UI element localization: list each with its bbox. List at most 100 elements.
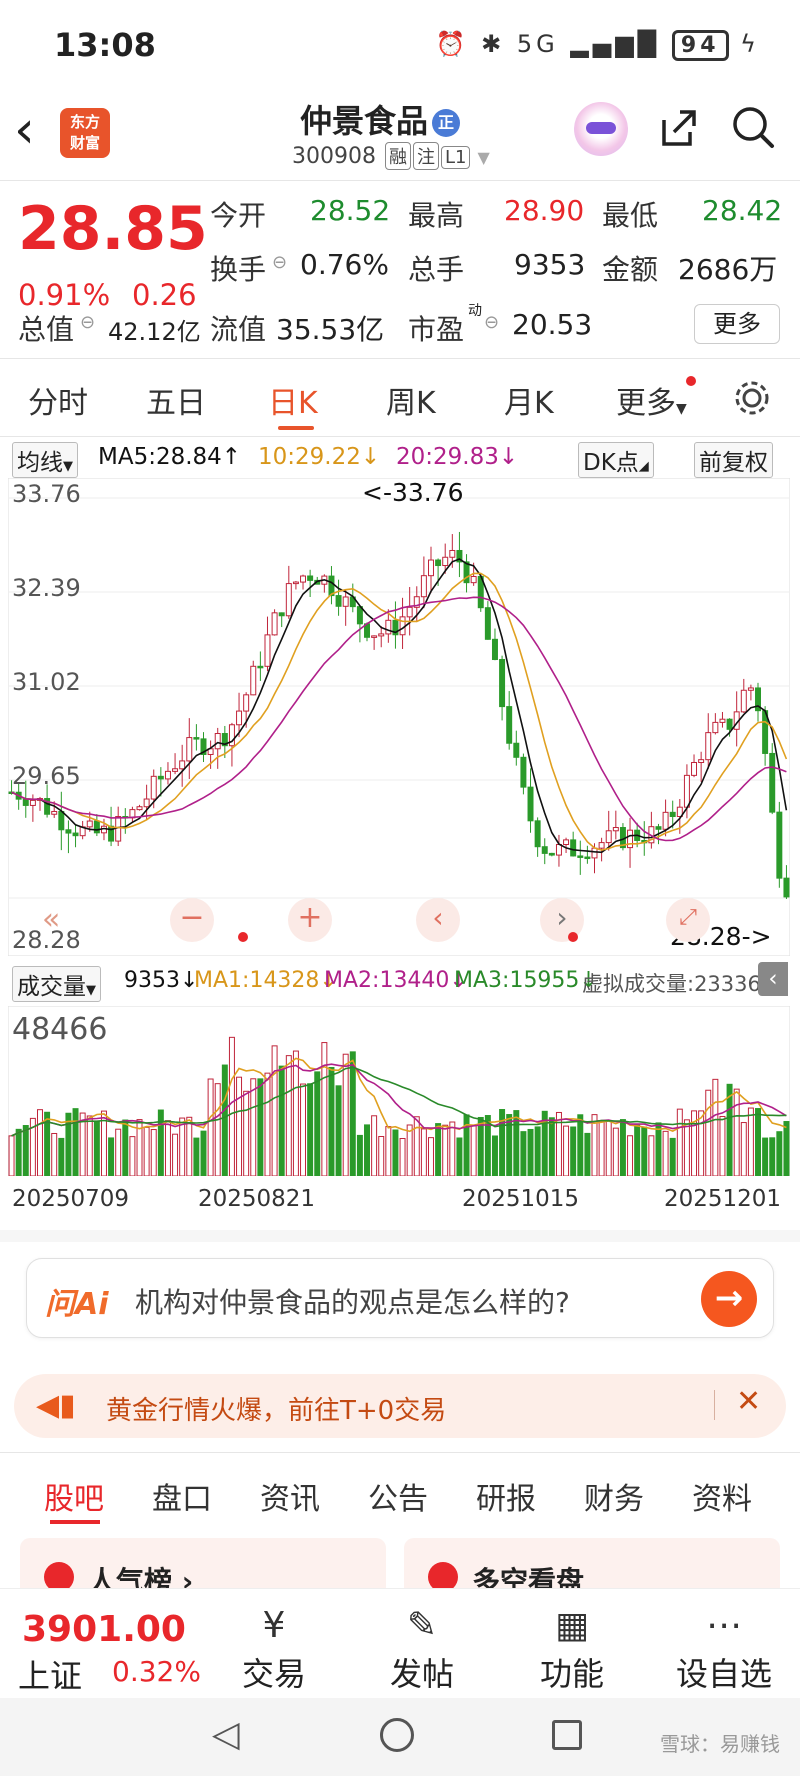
info-icon[interactable]: ⊖ bbox=[272, 252, 287, 273]
tab-weekly-k[interactable]: 周K bbox=[386, 378, 436, 422]
candle-body bbox=[214, 733, 221, 750]
tab-daily-k[interactable]: 日K bbox=[268, 378, 318, 422]
mcap-label: 总值 bbox=[18, 313, 75, 346]
candle-body bbox=[726, 718, 733, 730]
alarm-icon: ⏰ bbox=[435, 30, 470, 58]
virtual-volume: 虚拟成交量:23336 bbox=[582, 972, 761, 996]
volume-bar bbox=[221, 1064, 228, 1177]
volume-bar bbox=[108, 1137, 115, 1177]
info-icon[interactable]: ⊖ bbox=[484, 312, 499, 333]
tab-more[interactable]: 更多▼ bbox=[616, 378, 687, 422]
tab-research[interactable]: 研报 bbox=[476, 1474, 536, 1518]
current-price: 28.85 bbox=[18, 194, 208, 264]
volume-bar bbox=[762, 1137, 769, 1177]
index-value[interactable]: 3901.00 bbox=[22, 1609, 186, 1650]
candle-body bbox=[769, 752, 776, 813]
arrow-right-icon[interactable]: → bbox=[701, 1271, 757, 1327]
volume-max-label: 48466 bbox=[12, 1012, 108, 1047]
scroll-left-icon[interactable]: « bbox=[42, 902, 60, 937]
volume-bar bbox=[65, 1112, 72, 1177]
volume-chart[interactable]: 48466 bbox=[7, 1005, 791, 1177]
promo-text[interactable]: 黄金行情火爆，前往T+0交易 bbox=[106, 1390, 446, 1427]
popularity-card[interactable]: 人气榜 › bbox=[88, 1560, 193, 1588]
battery-icon: 94 bbox=[671, 30, 729, 61]
tab-handicap[interactable]: 盘口 bbox=[152, 1474, 212, 1518]
candle-body bbox=[356, 606, 363, 625]
adjust-select[interactable]: 前复权 bbox=[694, 442, 773, 478]
back-triangle-icon[interactable]: ◁ bbox=[212, 1714, 240, 1755]
index-name[interactable]: 上证 bbox=[18, 1651, 82, 1697]
volume-bar bbox=[413, 1116, 420, 1177]
settings-gear-icon[interactable] bbox=[732, 378, 772, 418]
volume-bar bbox=[783, 1121, 790, 1177]
tab-forum[interactable]: 股吧 bbox=[44, 1474, 104, 1518]
candle-body bbox=[378, 633, 385, 637]
collapse-icon[interactable]: ‹ bbox=[758, 962, 788, 996]
candle-body bbox=[513, 742, 520, 758]
back-icon[interactable]: ‹ bbox=[14, 104, 35, 156]
fullscreen-icon[interactable]: ⤢ bbox=[666, 898, 710, 942]
prev-icon[interactable]: ‹ bbox=[416, 898, 460, 942]
stock-code-row[interactable]: 300908 融注 L1 ▼ bbox=[292, 142, 490, 170]
volume-bar bbox=[442, 1124, 449, 1177]
status-time: 13:08 bbox=[54, 26, 156, 64]
edit-icon: ✎ bbox=[406, 1605, 438, 1646]
ai-question-box[interactable]: 问Ai 机构对仲景食品的观点是怎么样的? → bbox=[26, 1258, 774, 1338]
dk-select[interactable]: DK点◢ bbox=[578, 442, 654, 478]
candle-body bbox=[179, 760, 186, 770]
candle-body bbox=[399, 616, 406, 636]
volume-bar bbox=[236, 1076, 243, 1177]
high-label: 最高 bbox=[408, 199, 465, 232]
volume-bar bbox=[129, 1136, 136, 1177]
vol-ma1: MA1:14328↓ bbox=[194, 968, 338, 993]
ai-question[interactable]: 机构对仲景食品的观点是怎么样的? bbox=[135, 1281, 570, 1321]
search-icon[interactable] bbox=[730, 104, 776, 150]
assistant-robot-icon[interactable] bbox=[574, 102, 628, 156]
tab-intraday[interactable]: 分时 bbox=[28, 378, 88, 422]
volume-bar bbox=[740, 1122, 747, 1177]
amount-value: 2686万 bbox=[678, 253, 778, 286]
home-icon[interactable] bbox=[380, 1718, 414, 1752]
change-pct: 0.91% bbox=[18, 278, 111, 312]
nav-functions[interactable]: ▦ 功能 bbox=[512, 1603, 632, 1695]
notification-dot bbox=[686, 376, 696, 386]
tag-margin: 融 bbox=[384, 142, 411, 170]
volume-bar bbox=[22, 1125, 29, 1177]
info-icon[interactable]: ⊖ bbox=[80, 312, 95, 333]
candle-body bbox=[58, 810, 65, 831]
volume-bar bbox=[328, 1066, 335, 1177]
volume-bar bbox=[86, 1115, 93, 1177]
nav-trade[interactable]: ¥ 交易 bbox=[214, 1603, 334, 1695]
volume-bar bbox=[548, 1117, 555, 1177]
more-button[interactable]: 更多 bbox=[694, 304, 780, 344]
nav-post[interactable]: ✎ 发帖 bbox=[362, 1603, 482, 1695]
volume-bar bbox=[186, 1116, 193, 1177]
charging-icon: ϟ bbox=[740, 30, 760, 58]
long-short-card[interactable]: 多空看盘 bbox=[472, 1560, 584, 1588]
candle-body bbox=[698, 759, 705, 764]
kline-chart[interactable]: 33.76 32.39 31.02 29.65 28.28 <-33.76 28… bbox=[7, 477, 791, 957]
candle-body bbox=[555, 844, 562, 856]
volume-bar bbox=[669, 1137, 676, 1177]
tab-announcements[interactable]: 公告 bbox=[368, 1474, 428, 1518]
share-icon[interactable] bbox=[656, 106, 700, 150]
volume-bar bbox=[520, 1131, 527, 1177]
tab-news[interactable]: 资讯 bbox=[260, 1474, 320, 1518]
tab-profile[interactable]: 资料 bbox=[692, 1474, 752, 1518]
candle-body bbox=[257, 665, 264, 669]
nav-add-watchlist[interactable]: ⋯ 设自选 bbox=[664, 1603, 784, 1695]
tab-five-day[interactable]: 五日 bbox=[146, 378, 206, 422]
promo-banner[interactable]: ◀▮ 黄金行情火爆，前往T+0交易 ✕ bbox=[14, 1374, 786, 1438]
recents-icon[interactable] bbox=[552, 1720, 582, 1750]
tab-monthly-k[interactable]: 月K bbox=[504, 378, 554, 422]
zoom-out-icon[interactable]: − bbox=[170, 898, 214, 942]
close-icon[interactable]: ✕ bbox=[736, 1384, 761, 1419]
ma-select[interactable]: 均线▼ bbox=[12, 442, 78, 478]
volume-select[interactable]: 成交量▼ bbox=[12, 966, 101, 1002]
ma10-value: 10:29.22↓ bbox=[258, 444, 381, 470]
tab-finance[interactable]: 财务 bbox=[584, 1474, 644, 1518]
active-tab-underline bbox=[50, 1520, 100, 1524]
volume-bar bbox=[164, 1120, 171, 1177]
candle-body bbox=[712, 721, 719, 734]
zoom-in-icon[interactable]: + bbox=[288, 898, 332, 942]
